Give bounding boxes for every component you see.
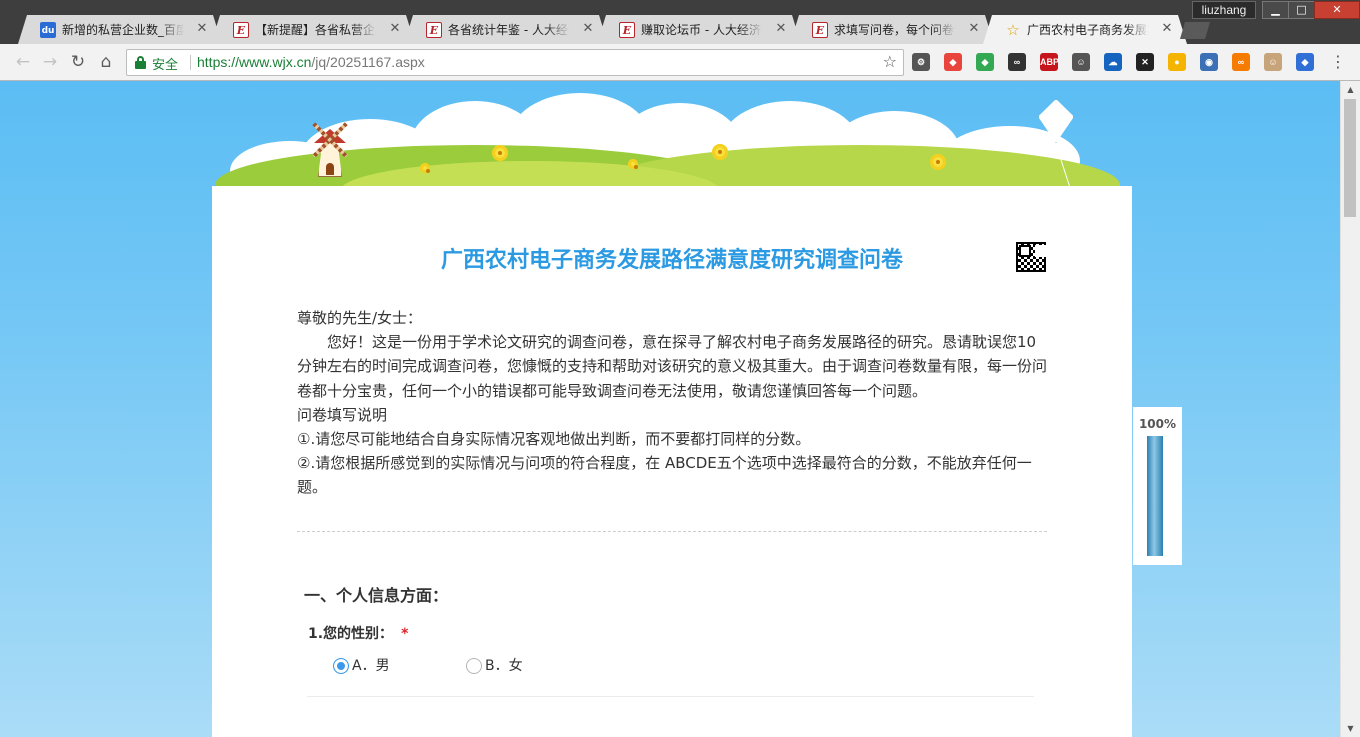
- question-text: 1.您的性别：: [308, 626, 394, 642]
- progress-percent: 100%: [1138, 417, 1177, 431]
- scroll-down-icon[interactable]: ▼: [1341, 720, 1360, 737]
- security-label: 安全: [152, 58, 179, 73]
- tab-title: 广西农村电子商务发展路径满意度研究调查问卷: [1027, 23, 1149, 37]
- qr-code-icon[interactable]: [1016, 242, 1046, 272]
- reload-button[interactable]: ↻: [66, 50, 90, 74]
- star-icon: ☆: [1006, 21, 1020, 39]
- progress-track: [1147, 436, 1163, 556]
- option-label: A．男: [352, 658, 390, 674]
- extension-icon-7[interactable]: ☁: [1104, 53, 1122, 71]
- tab-private-enterprises[interactable]: E 【新提醒】各省私营企业数 ✕: [211, 15, 415, 44]
- extension-icon-4[interactable]: ∞: [1008, 53, 1026, 71]
- extension-icon-1[interactable]: ⚙: [912, 53, 930, 71]
- tab-strip: du 新增的私营企业数_百度搜索 ✕ E 【新提醒】各省私营企业数 ✕ E 各省…: [0, 0, 1360, 44]
- extension-icon-8[interactable]: ✕: [1136, 53, 1154, 71]
- page-scrollbar[interactable]: ▲ ▼: [1340, 81, 1360, 737]
- extension-icon-13[interactable]: ◆: [1296, 53, 1314, 71]
- flower-decoration: [420, 163, 430, 173]
- survey-card: 广西农村电子商务发展路径满意度研究调查问卷 尊敬的先生/女士： 您好！这是一份用…: [212, 186, 1132, 737]
- flower-decoration: [712, 144, 728, 160]
- baidu-icon: du: [40, 22, 56, 38]
- pinggu-icon: E: [426, 22, 442, 38]
- radio-button-unchecked[interactable]: [466, 658, 482, 674]
- url-host: https://www.wjx.cn: [197, 54, 312, 70]
- maximize-button[interactable]: □: [1288, 1, 1315, 19]
- pinggu-icon: E: [233, 22, 249, 38]
- flower-decoration: [930, 154, 946, 170]
- adblock-plus-icon[interactable]: ABP: [1040, 53, 1059, 71]
- omnibox-separator: [190, 55, 191, 70]
- tab-title: 求填写问卷，每个问卷25论坛币: [834, 23, 956, 37]
- home-button[interactable]: ⌂: [94, 50, 118, 74]
- forward-arrow-icon: →: [42, 52, 58, 72]
- section-title: 一、个人信息方面：: [304, 586, 449, 605]
- extension-icon-6[interactable]: ☺: [1072, 53, 1090, 71]
- tab-forum-coins[interactable]: E 赚取论坛币 - 人大经济论坛 ✕: [597, 15, 801, 44]
- radio-button-checked[interactable]: [333, 658, 349, 674]
- minimize-button[interactable]: ▁: [1262, 1, 1289, 19]
- option-label: B．女: [485, 658, 523, 674]
- instruction-item: ②.请您根据所感觉到的实际情况与问项的符合程度，在 ABCDE五个选项中选择最符…: [297, 454, 1032, 497]
- close-tab-icon[interactable]: ✕: [773, 21, 789, 37]
- intro-paragraph: 您好！这是一份用于学术论文研究的调查问卷，意在探寻了解农村电子商务发展路径的研究…: [297, 333, 1048, 400]
- forward-button[interactable]: →: [38, 50, 62, 74]
- pinggu-icon: E: [812, 22, 828, 38]
- url-text[interactable]: https://www.wjx.cn/jq/20251167.aspx: [197, 54, 425, 70]
- intro-divider: [297, 531, 1047, 532]
- new-tab-button[interactable]: [1180, 22, 1210, 39]
- menu-dots-icon[interactable]: ⋮: [1330, 51, 1346, 73]
- extension-icon-11[interactable]: ∞: [1232, 53, 1250, 71]
- profile-button[interactable]: liuzhang: [1192, 1, 1256, 19]
- tab-questionnaire-request[interactable]: E 求填写问卷，每个问卷25论坛币 ✕: [790, 15, 994, 44]
- progress-fill: [1147, 436, 1163, 556]
- close-tab-icon[interactable]: ✕: [1159, 21, 1175, 37]
- bookmark-star-icon[interactable]: ☆: [883, 52, 897, 71]
- instructions-heading: 问卷填写说明: [297, 405, 388, 424]
- back-arrow-icon: ←: [15, 52, 31, 72]
- tab-survey-active[interactable]: ☆ 广西农村电子商务发展路径满意度研究调查问卷 ✕: [983, 15, 1187, 44]
- home-icon: ⌂: [100, 52, 112, 72]
- question-separator: [307, 696, 1034, 697]
- scroll-up-icon[interactable]: ▲: [1341, 81, 1360, 98]
- tab-title: 赚取论坛币 - 人大经济论坛: [641, 23, 763, 37]
- extension-icon-12[interactable]: ☺: [1264, 53, 1282, 71]
- required-marker: *: [401, 626, 409, 642]
- back-button[interactable]: ←: [11, 50, 35, 74]
- instruction-item: ①.请您尽可能地结合自身实际情况客观地做出判断，而不要都打同样的分数。: [297, 430, 811, 449]
- extension-icon-2[interactable]: ◆: [944, 53, 962, 71]
- close-window-button[interactable]: ✕: [1314, 1, 1360, 19]
- tab-title: 新增的私营企业数_百度搜索: [62, 23, 184, 37]
- tab-statistics-yearbook[interactable]: E 各省统计年鉴 - 人大经济论坛 ✕: [404, 15, 608, 44]
- scrollbar-thumb[interactable]: [1344, 99, 1356, 217]
- survey-intro: 尊敬的先生/女士： 您好！这是一份用于学术论文研究的调查问卷，意在探寻了解农村电…: [297, 306, 1047, 500]
- kite-illustration: [1038, 99, 1087, 239]
- progress-panel: 100%: [1133, 407, 1182, 565]
- survey-title: 广西农村电子商务发展路径满意度研究调查问卷: [440, 248, 903, 273]
- address-bar[interactable]: 安全 https://www.wjx.cn/jq/20251167.aspx ☆: [126, 49, 904, 76]
- reload-icon: ↻: [70, 52, 86, 72]
- close-tab-icon[interactable]: ✕: [387, 21, 403, 37]
- lock-icon: [135, 56, 146, 69]
- extension-icon-10[interactable]: ◉: [1200, 53, 1218, 71]
- extension-icon-3[interactable]: ◆: [976, 53, 994, 71]
- greeting-text: 尊敬的先生/女士：: [297, 309, 423, 327]
- windmill-illustration: [300, 117, 360, 179]
- pinggu-icon: E: [619, 22, 635, 38]
- close-tab-icon[interactable]: ✕: [580, 21, 596, 37]
- tab-title: 【新提醒】各省私营企业数: [255, 23, 377, 37]
- flower-decoration: [628, 159, 638, 169]
- flower-decoration: [492, 145, 508, 161]
- tab-baidu-search[interactable]: du 新增的私营企业数_百度搜索 ✕: [18, 15, 222, 44]
- close-tab-icon[interactable]: ✕: [194, 21, 210, 37]
- close-tab-icon[interactable]: ✕: [966, 21, 982, 37]
- tab-title: 各省统计年鉴 - 人大经济论坛: [448, 23, 570, 37]
- browser-toolbar: ← → ↻ ⌂ 安全 https://www.wjx.cn/jq/2025116…: [0, 44, 1360, 81]
- question-title: 1.您的性别： *: [308, 623, 408, 643]
- chrome-icon[interactable]: ●: [1168, 53, 1186, 71]
- url-path: /jq/20251167.aspx: [311, 54, 425, 70]
